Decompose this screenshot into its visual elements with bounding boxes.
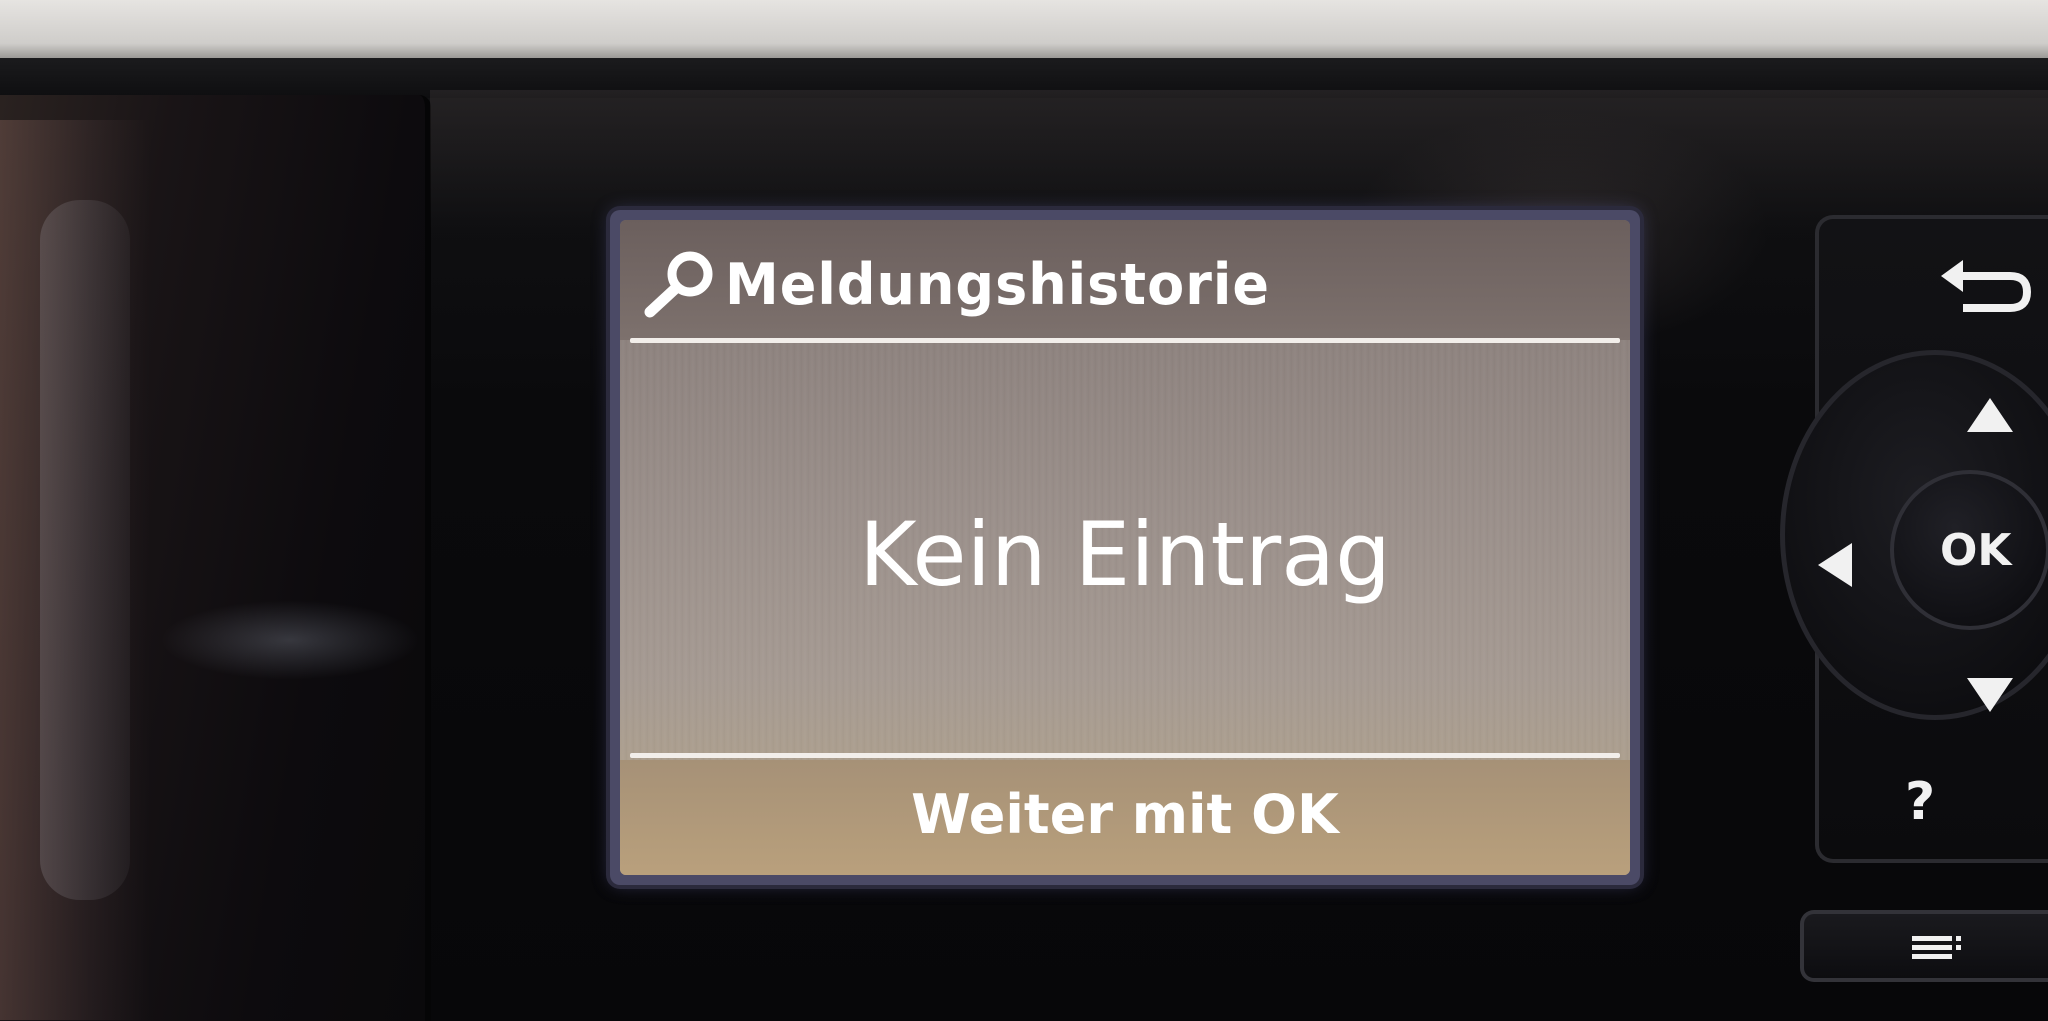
menu-icon bbox=[1912, 936, 1961, 959]
up-button[interactable] bbox=[1955, 390, 2025, 440]
up-arrow-icon bbox=[1967, 398, 2013, 432]
menu-button[interactable] bbox=[1800, 910, 2048, 982]
left-panel-highlight bbox=[40, 200, 130, 900]
down-button[interactable] bbox=[1955, 670, 2025, 720]
back-arrow-icon bbox=[1941, 260, 2032, 312]
lcd-screen: Meldungshistorie Kein Eintrag Weiter mit… bbox=[620, 220, 1630, 875]
empty-message: Kein Eintrag bbox=[859, 503, 1391, 606]
help-button[interactable]: ? bbox=[1845, 755, 2045, 850]
search-icon bbox=[644, 251, 713, 318]
back-button[interactable] bbox=[1845, 240, 2045, 340]
left-button[interactable] bbox=[1810, 535, 1860, 595]
printer-casing-top bbox=[0, 0, 2048, 62]
footer-divider bbox=[630, 753, 1620, 758]
left-arrow-icon bbox=[1818, 543, 1852, 587]
panel-gloss bbox=[430, 90, 2048, 230]
lcd-header: Meldungshistorie bbox=[620, 220, 1630, 340]
header-divider bbox=[630, 338, 1620, 343]
page-title: Meldungshistorie bbox=[725, 251, 1270, 318]
left-panel-glow bbox=[160, 600, 420, 680]
ok-button[interactable]: OK bbox=[1890, 470, 2048, 630]
printer-photo: Meldungshistorie Kein Eintrag Weiter mit… bbox=[0, 0, 2048, 1021]
continue-hint: Weiter mit OK bbox=[911, 783, 1339, 846]
down-arrow-icon bbox=[1967, 678, 2013, 712]
